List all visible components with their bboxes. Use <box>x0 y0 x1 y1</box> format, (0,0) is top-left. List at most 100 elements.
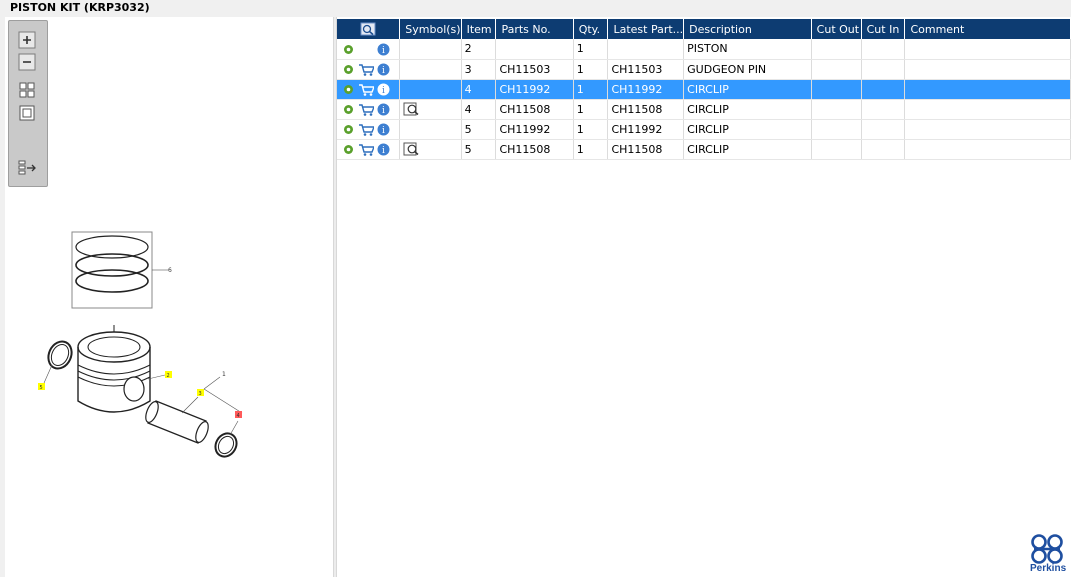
callout-2: 2 <box>167 373 170 379</box>
gear-icon[interactable] <box>342 103 355 116</box>
info-icon[interactable]: i <box>377 103 390 116</box>
shopping-cart-icon[interactable] <box>358 123 374 136</box>
item-cell: 5 <box>461 119 497 140</box>
cut-out-cell <box>811 59 862 80</box>
window-title: PISTON KIT (KRP3032) <box>10 1 150 14</box>
item-cell: 2 <box>461 39 497 60</box>
callout-6: 6 <box>168 267 172 274</box>
panel-toggle-icon[interactable] <box>18 159 36 177</box>
symbols-cell <box>399 99 462 120</box>
gear-icon[interactable] <box>342 63 355 76</box>
parts-no-cell <box>495 39 574 60</box>
qty-cell: 1 <box>573 39 609 60</box>
column-header-cut-out[interactable]: Cut Out <box>811 19 862 39</box>
comment-cell <box>904 59 1071 80</box>
column-header-qty[interactable]: Qty. <box>573 19 609 39</box>
latest-part-cell: CH11992 <box>607 119 685 140</box>
column-header-icons[interactable] <box>337 19 401 39</box>
column-header-cut-in[interactable]: Cut In <box>861 19 906 39</box>
column-header-latest-part[interactable]: Latest Part... <box>607 19 685 39</box>
info-icon[interactable]: i <box>377 143 390 156</box>
zoom-out-icon[interactable] <box>18 53 36 71</box>
description-cell: CIRCLIP <box>683 119 812 140</box>
gear-icon[interactable] <box>342 43 355 56</box>
parts-no-cell: CH11508 <box>495 99 574 120</box>
description-cell: CIRCLIP <box>683 99 812 120</box>
symbols-cell <box>399 79 462 100</box>
parts-table: Symbol(s) Item Parts No. Qty. Latest Par… <box>337 19 1071 160</box>
qty-cell: 1 <box>573 139 609 160</box>
gear-icon[interactable] <box>342 143 355 156</box>
shopping-cart-icon[interactable] <box>358 143 374 156</box>
cut-in-cell <box>861 39 906 60</box>
cut-out-cell <box>811 139 862 160</box>
service-kit-icon[interactable] <box>403 102 421 116</box>
gear-icon[interactable] <box>342 123 355 136</box>
gear-icon[interactable] <box>342 83 355 96</box>
table-row[interactable]: i 5 CH11992 1 CH11992 CIRCLIP <box>337 119 1071 140</box>
info-icon[interactable]: i <box>377 63 390 76</box>
fit-all-icon[interactable] <box>18 81 36 99</box>
shopping-cart-icon[interactable] <box>358 83 374 96</box>
comment-cell <box>904 99 1071 120</box>
zoom-in-icon[interactable] <box>18 31 36 49</box>
table-row[interactable]: i 2 1 PISTON <box>337 39 1071 60</box>
cut-in-cell <box>861 59 906 80</box>
service-kit-icon[interactable] <box>403 142 421 156</box>
parts-no-cell: CH11508 <box>495 139 574 160</box>
row-action-icons: i <box>337 99 401 120</box>
piston-rings-drawing <box>71 231 168 309</box>
table-row[interactable]: i 5 CH11508 1 CH11508 CIRCLIP <box>337 139 1071 160</box>
description-cell: PISTON <box>683 39 812 60</box>
item-cell: 5 <box>461 139 497 160</box>
column-header-description[interactable]: Description <box>683 19 812 39</box>
info-icon[interactable]: i <box>377 43 390 56</box>
cut-in-cell <box>861 99 906 120</box>
table-header-row: Symbol(s) Item Parts No. Qty. Latest Par… <box>337 19 1071 39</box>
row-action-icons: i <box>337 39 401 60</box>
symbols-cell <box>399 119 462 140</box>
comment-cell <box>904 119 1071 140</box>
gudgeon-pin-drawing <box>145 400 209 444</box>
piston-drawing <box>77 325 151 413</box>
zoom-toolbar <box>8 20 48 187</box>
cut-out-cell <box>811 79 862 100</box>
shopping-cart-icon[interactable] <box>358 63 374 76</box>
table-row-selected[interactable]: i 4 CH11992 1 CH11992 CIRCLIP <box>337 79 1071 100</box>
svg-text:i: i <box>382 106 385 116</box>
row-action-icons: i <box>337 79 401 100</box>
table-row[interactable]: i 3 CH11503 1 CH11503 GUDGEON PIN <box>337 59 1071 80</box>
callout-5: 5 <box>40 385 43 391</box>
item-cell: 4 <box>461 79 497 100</box>
latest-part-cell: CH11508 <box>607 139 685 160</box>
svg-text:i: i <box>382 66 385 76</box>
qty-cell: 1 <box>573 79 609 100</box>
column-header-comment[interactable]: Comment <box>904 19 1071 39</box>
column-header-symbols[interactable]: Symbol(s) <box>399 19 462 39</box>
column-header-parts-no[interactable]: Parts No. <box>495 19 574 39</box>
svg-text:i: i <box>382 86 385 96</box>
callout-3: 3 <box>199 391 202 397</box>
fit-window-icon[interactable] <box>18 104 36 122</box>
info-icon[interactable]: i <box>377 123 390 136</box>
description-cell: CIRCLIP <box>683 139 812 160</box>
shopping-cart-icon[interactable] <box>358 103 374 116</box>
latest-part-cell <box>607 39 685 60</box>
table-row[interactable]: i 4 CH11508 1 CH11508 CIRCLIP <box>337 99 1071 120</box>
info-icon[interactable]: i <box>377 83 390 96</box>
parts-no-cell: CH11992 <box>495 119 574 140</box>
symbols-cell <box>399 39 462 60</box>
svg-text:i: i <box>382 46 385 56</box>
cut-out-cell <box>811 119 862 140</box>
exploded-parts-diagram[interactable]: 6 5 2 3 1 4 <box>30 225 260 465</box>
latest-part-cell: CH11508 <box>607 99 685 120</box>
svg-text:i: i <box>382 146 385 156</box>
search-icon <box>360 22 376 36</box>
symbols-cell <box>399 59 462 80</box>
row-action-icons: i <box>337 139 401 160</box>
qty-cell: 1 <box>573 59 609 80</box>
column-header-item[interactable]: Item <box>461 19 497 39</box>
qty-cell: 1 <box>573 99 609 120</box>
symbols-cell <box>399 139 462 160</box>
callout-4: 4 <box>237 413 240 419</box>
